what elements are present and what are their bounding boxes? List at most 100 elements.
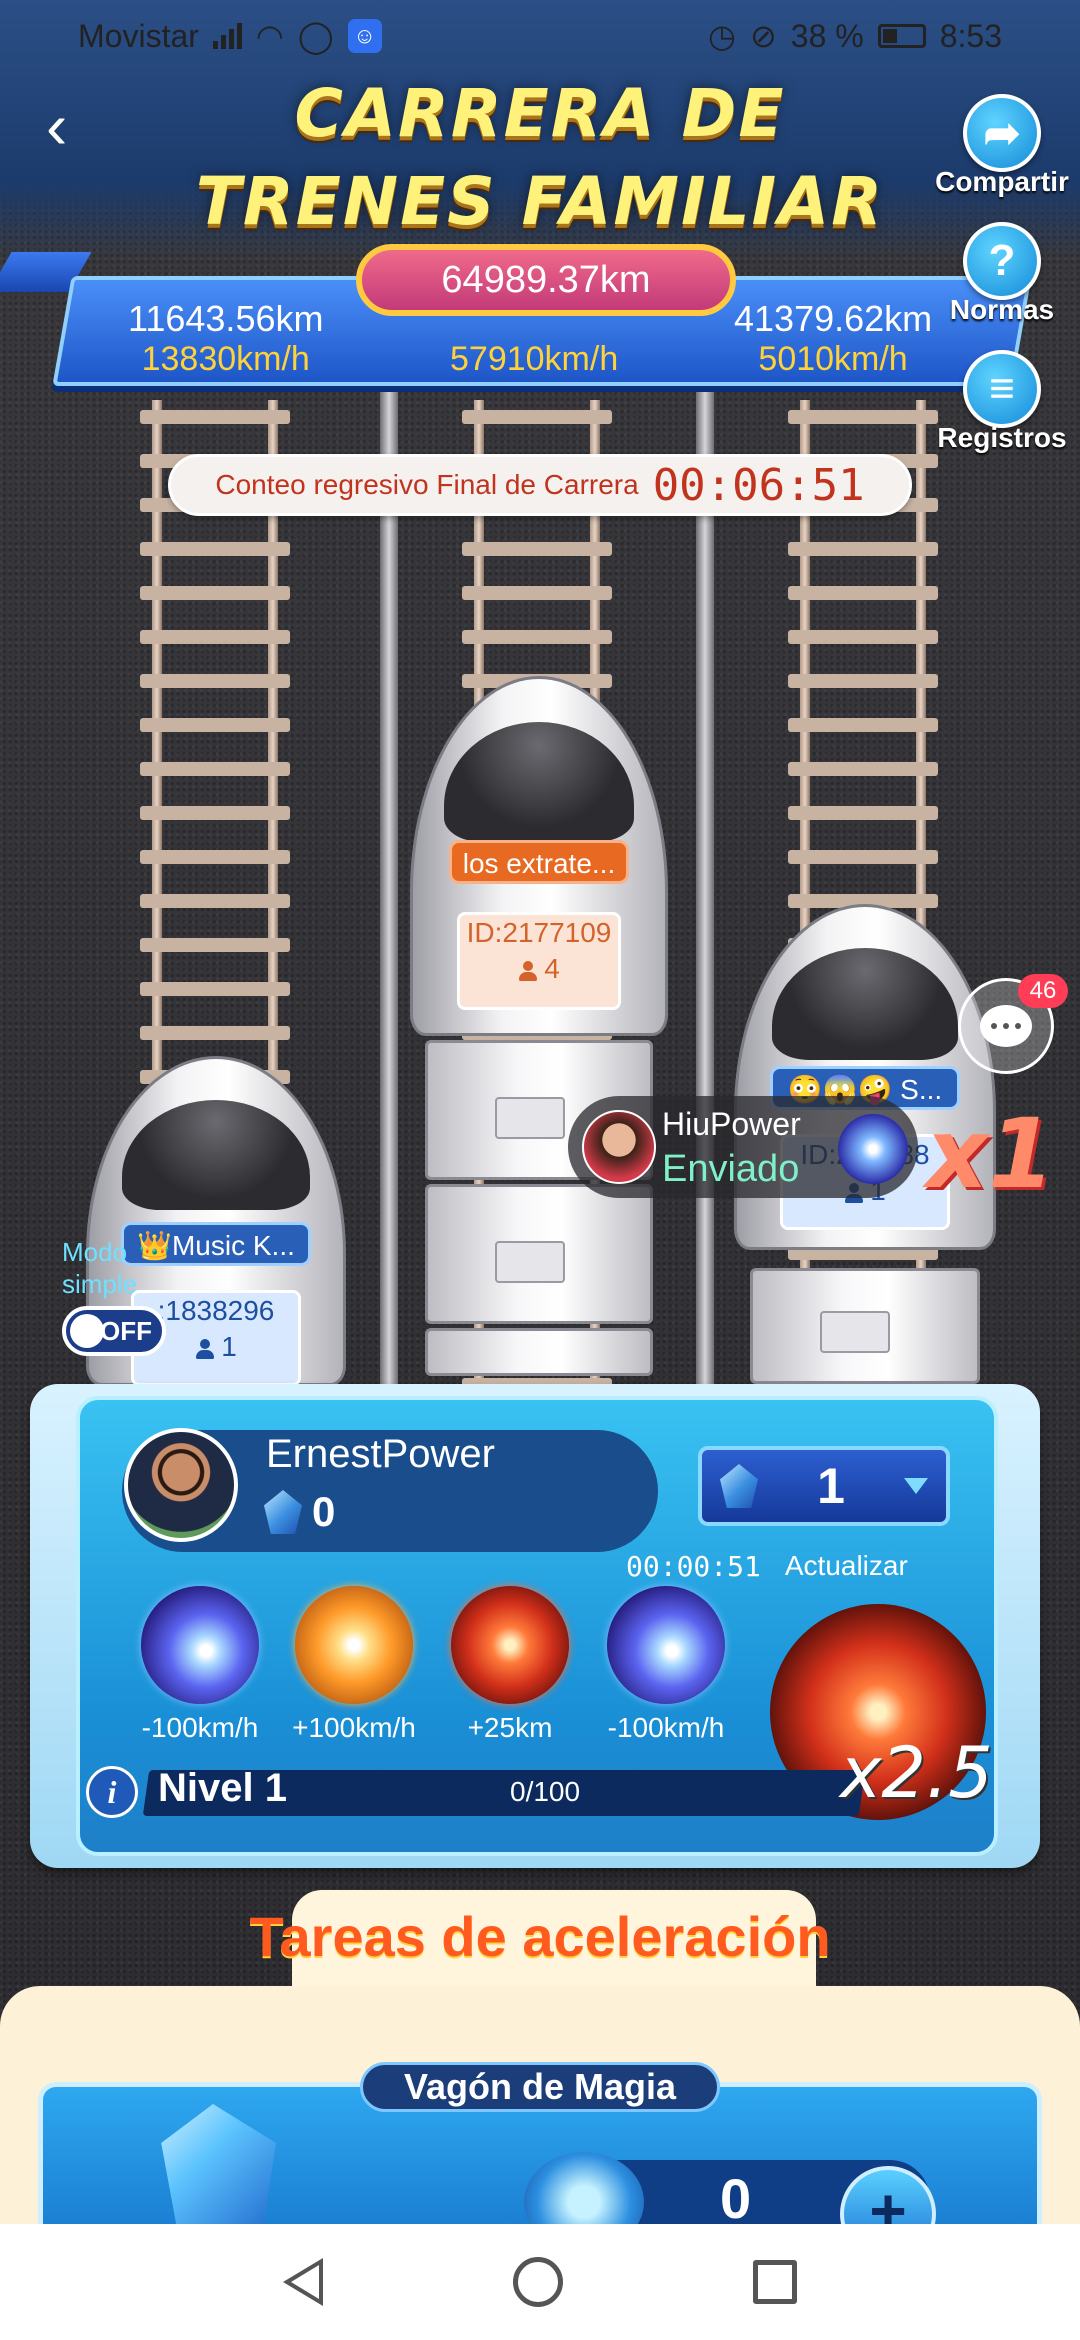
score-left-distance: 11643.56km [128,298,324,339]
railway-tie [462,630,612,644]
chevron-left-icon: ‹ [46,90,68,162]
skill-slot-4[interactable]: -100km/h [586,1586,746,1744]
signal-icon [212,23,242,49]
railway-tie [788,850,938,864]
person-icon [518,960,538,981]
railway-tie [140,806,290,820]
gift-notification: HiuPower Enviado [568,1096,918,1198]
score-center-speed: 57910km/h [450,340,619,378]
rules-button[interactable]: ? Normas [932,222,1072,326]
skill-3-label: +25km [467,1712,553,1743]
nav-back-icon[interactable] [283,2258,323,2306]
records-button[interactable]: ≡ Registros [932,350,1072,454]
refresh-timer-value: 00:00:51 [626,1550,761,1583]
track-divider-right [696,390,714,1490]
score-right: 41379.62km 5010km/h [734,298,932,379]
chat-bubble-icon [980,1005,1032,1047]
title-line-2: TRENES FAMILIAR [195,163,885,240]
share-label: Compartir [935,166,1069,197]
user-gem-balance: 0 [264,1488,335,1536]
gift-status: Enviado [662,1148,800,1190]
clock: 8:53 [939,17,1002,54]
railway-tie [462,542,612,556]
wifi-icon: ◠ [255,18,284,54]
railway-tie [140,410,290,424]
info-icon[interactable]: i [86,1766,138,1818]
gem-amount-value: 1 [817,1458,845,1514]
records-label: Registros [937,422,1067,453]
train-left-members: 1 [221,1331,237,1362]
railway-tie [140,718,290,732]
gem-icon [264,1490,302,1534]
fire-tornado-icon [451,1586,569,1704]
simple-mode-label: Modo simple [62,1237,138,1299]
train-center-id: ID:2177109 [466,917,612,948]
magic-count: 0 [720,2167,752,2230]
blue-burst-icon [141,1586,259,1704]
magic-wagon-title: Vagón de Magia [360,2062,720,2112]
train-center-car-3 [425,1328,653,1376]
sender-avatar [582,1110,656,1184]
railway-tie [788,762,938,776]
railway-tie [462,410,612,424]
railway-tie [140,630,290,644]
title-line-1: CARRERA DE [294,75,786,152]
train-center-members: 4 [544,953,560,984]
question-icon: ? [963,222,1041,300]
alarm-icon: ◷ [708,18,736,54]
update-button[interactable]: Actualizar [785,1550,908,1583]
railway-tie [140,850,290,864]
blue-burst-icon [607,1586,725,1704]
battery-icon [877,24,926,48]
nav-recent-apps-icon[interactable] [753,2260,797,2304]
app-notification-icon: ☺ [347,19,382,53]
gem-amount-dropdown[interactable]: 1 [698,1446,950,1526]
toggle-state: OFF [100,1315,152,1346]
skill-4-label: -100km/h [607,1712,725,1743]
skill-slot-2[interactable]: +100km/h [274,1586,434,1744]
railway-tie [788,630,938,644]
tasks-title: Tareas de aceleración [249,1905,831,1968]
train-right-car-1 [749,1268,981,1384]
skill-slot-1[interactable]: -100km/h [120,1586,280,1744]
train-center[interactable]: los extrate... ID:2177109 4 [410,676,668,1376]
skill-2-label: +100km/h [292,1712,416,1743]
train-center-id-card: ID:2177109 4 [457,912,621,1010]
gem-icon [720,1464,758,1508]
carrier-label: Movistar [78,17,199,54]
skill-1-label: -100km/h [141,1712,259,1743]
gold-burst-icon [295,1586,413,1704]
page-title: CARRERA DE TRENES FAMILIAR [160,70,920,246]
featured-multiplier: x2.5 [840,1732,993,1814]
score-right-distance: 41379.62km [734,298,933,339]
skill-slot-3[interactable]: +25km [430,1586,590,1744]
railway-tie [140,542,290,556]
railway-tie [788,718,938,732]
back-button[interactable]: ‹ [46,94,67,158]
user-gem-count: 0 [312,1488,336,1535]
refresh-timer: 00:00:51 Actualizar [626,1550,908,1583]
railway-tie [788,542,938,556]
whatsapp-icon: ◯ [297,18,334,54]
railway-tie [140,894,290,908]
countdown-time: 00:06:51 [652,459,865,511]
railway-tie [140,982,290,996]
level-progress-text: 0/100 [510,1776,581,1807]
user-name: ErnestPower [266,1432,495,1476]
share-button[interactable]: ➦ Compartir [932,94,1072,198]
railway-tie [140,1026,290,1040]
person-icon [195,1338,215,1359]
chat-unread-badge: 46 [1018,974,1068,1008]
railway-tie [788,410,938,424]
rules-label: Normas [949,294,1055,325]
simple-mode-toggle[interactable]: OFF [62,1306,166,1356]
toggle-knob [70,1314,104,1348]
railway-tie [140,586,290,600]
railway-tie [140,674,290,688]
train-center-car-2 [425,1184,653,1324]
score-left-speed: 13830km/h [141,340,310,378]
blue-burst-icon [838,1114,908,1184]
records-list-icon: ≡ [963,350,1041,428]
train-center-members-row: 4 [460,951,618,987]
nav-home-icon[interactable] [513,2257,563,2307]
